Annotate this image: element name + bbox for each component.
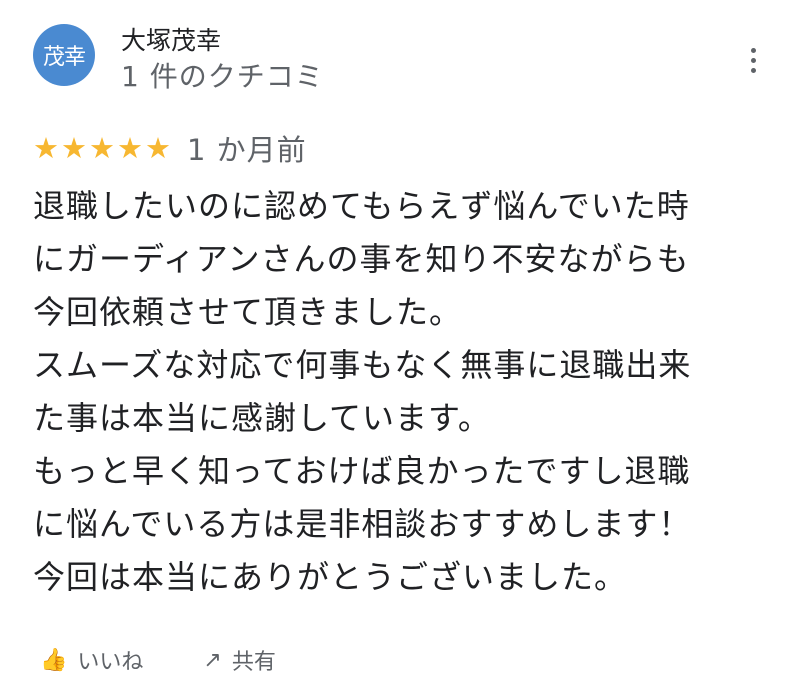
share-label: 共有 xyxy=(231,650,276,675)
star-icon: ★ xyxy=(89,131,115,165)
review-line: にガーディアンさんの事を知り不安ながらも xyxy=(33,240,690,278)
star-icon: ★ xyxy=(117,131,143,165)
more-options-icon-dot xyxy=(750,67,756,73)
like-button[interactable]: 👍 いいね xyxy=(40,645,144,676)
share-icon: ↗ xyxy=(203,647,222,673)
share-button[interactable]: ↗ 共有 xyxy=(203,645,276,676)
more-options-icon-dot xyxy=(750,57,756,63)
review-line: スムーズな対応で何事もなく無事に退職出来 xyxy=(33,346,692,384)
star-icon: ★ xyxy=(33,131,59,165)
star-icon: ★ xyxy=(61,131,87,165)
review-actions: 👍 いいね ↗ 共有 xyxy=(40,645,276,676)
review-body: 退職したいのに認めてもらえず悩んでいた時 にガーディアンさんの事を知り不安ながら… xyxy=(33,180,753,604)
review-header: 茂幸 大塚茂幸 1 件のクチコミ xyxy=(33,24,773,94)
avatar[interactable]: 茂幸 xyxy=(33,24,95,86)
star-rating: ★ ★ ★ ★ ★ xyxy=(33,133,171,163)
review-line: 退職したいのに認めてもらえず悩んでいた時 xyxy=(33,187,690,225)
star-icon: ★ xyxy=(145,131,171,165)
review-line: もっと早く知っておけば良かったですし退職 xyxy=(33,452,691,490)
author-review-count: 1 件のクチコミ xyxy=(121,60,324,93)
rating-row: ★ ★ ★ ★ ★ 1 か月前 xyxy=(33,128,307,168)
author-name[interactable]: 大塚茂幸 xyxy=(121,24,221,58)
review-line: に悩んでいる方は是非相談おすすめします！ xyxy=(33,505,692,543)
thumb-up-icon: 👍 xyxy=(40,647,68,673)
review-line: た事は本当に感謝しています。 xyxy=(33,399,491,437)
more-options-button[interactable] xyxy=(739,42,767,78)
more-options-icon xyxy=(750,47,756,53)
like-label: いいね xyxy=(77,650,144,675)
review-date: 1 か月前 xyxy=(187,133,307,167)
review-line: 今回依頼させて頂きました。 xyxy=(33,293,463,331)
review-line: 今回は本当にありがとうございました。 xyxy=(33,558,628,596)
